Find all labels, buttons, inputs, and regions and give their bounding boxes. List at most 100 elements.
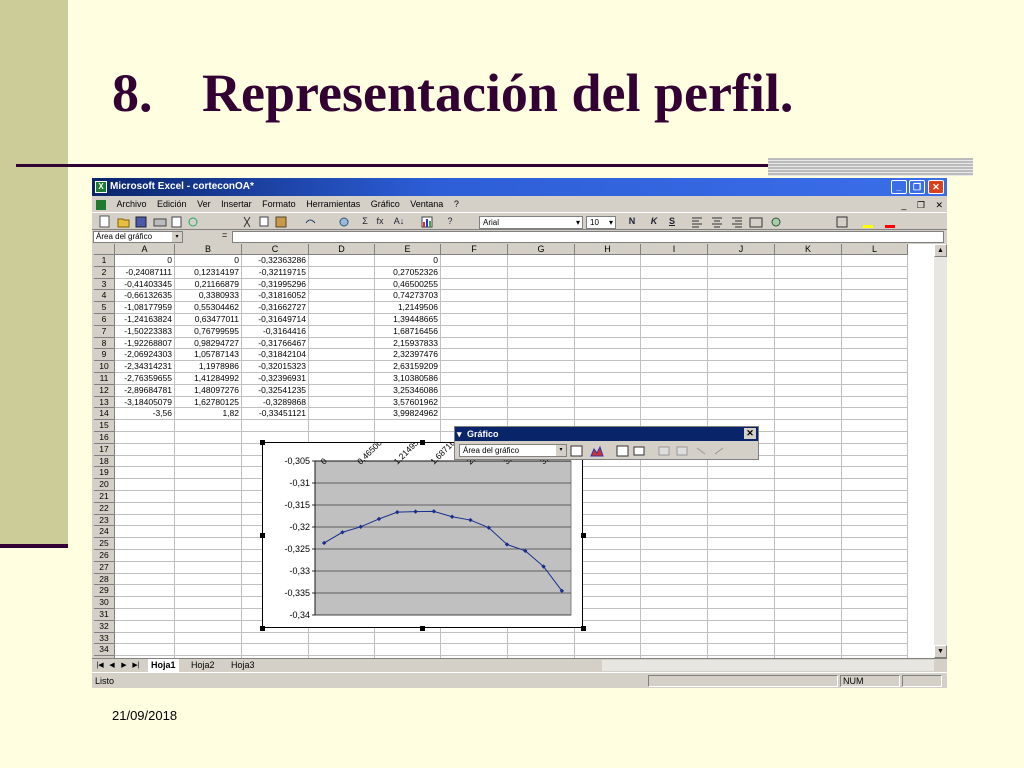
cell-a23[interactable] xyxy=(115,514,175,527)
cell-a26[interactable] xyxy=(115,550,175,562)
cell-k27[interactable] xyxy=(775,561,842,574)
font-size-select[interactable]: 10 ▾ xyxy=(586,216,616,229)
cell-j34[interactable] xyxy=(708,644,775,657)
cell-j32[interactable] xyxy=(708,620,775,633)
cell-b19[interactable] xyxy=(175,467,242,480)
cell-g14[interactable] xyxy=(508,408,575,421)
cell-a4[interactable]: -0,66132635 xyxy=(115,290,175,303)
cell-l33[interactable] xyxy=(842,632,908,645)
chart-toolbar-titlebar[interactable]: ▾ Gráfico ✕ xyxy=(455,427,758,441)
cell-i26[interactable] xyxy=(641,550,708,562)
doc-minimize-button[interactable]: _ xyxy=(901,200,906,210)
cell-j9[interactable] xyxy=(708,349,775,362)
cell-i33[interactable] xyxy=(641,632,708,645)
cell-e15[interactable] xyxy=(375,420,441,432)
cell-l5[interactable] xyxy=(842,302,908,314)
cell-b12[interactable]: 1,48097276 xyxy=(175,384,242,397)
cell-f3[interactable] xyxy=(441,278,508,291)
cell-i6[interactable] xyxy=(641,314,708,326)
cell-l26[interactable] xyxy=(842,550,908,562)
cell-h20[interactable] xyxy=(575,479,641,491)
tab-hoja2[interactable]: Hoja2 xyxy=(188,659,218,672)
cell-h12[interactable] xyxy=(575,384,641,397)
cell-i3[interactable] xyxy=(641,278,708,291)
cell-i9[interactable] xyxy=(641,349,708,362)
cell-k6[interactable] xyxy=(775,314,842,326)
cell-l15[interactable] xyxy=(842,420,908,432)
cell-h5[interactable] xyxy=(575,302,641,314)
cell-h25[interactable] xyxy=(575,538,641,550)
cell-h14[interactable] xyxy=(575,408,641,421)
cell-k19[interactable] xyxy=(775,467,842,480)
cell-h4[interactable] xyxy=(575,290,641,303)
column-header-k[interactable]: K xyxy=(775,244,842,255)
cell-c33[interactable] xyxy=(242,632,309,645)
cell-b31[interactable] xyxy=(175,609,242,621)
cell-e5[interactable]: 1,2149506 xyxy=(375,302,441,314)
chart-toolbar-close-button[interactable]: ✕ xyxy=(744,428,756,439)
cell-d11[interactable] xyxy=(309,373,375,385)
cell-k8[interactable] xyxy=(775,337,842,350)
row-header-12[interactable]: 12 xyxy=(94,384,115,397)
cell-a9[interactable]: -2,06924303 xyxy=(115,349,175,362)
chart-handle-bl[interactable] xyxy=(260,626,265,631)
chart-handle-ml[interactable] xyxy=(260,533,265,538)
chart-handle-bm[interactable] xyxy=(420,626,425,631)
select-all-corner[interactable] xyxy=(94,244,115,255)
cell-d33[interactable] xyxy=(309,632,375,645)
cell-b4[interactable]: 0,3380933 xyxy=(175,290,242,303)
cell-h29[interactable] xyxy=(575,585,641,598)
cell-h34[interactable] xyxy=(575,644,641,657)
cell-i27[interactable] xyxy=(641,561,708,574)
cell-f5[interactable] xyxy=(441,302,508,314)
cell-j4[interactable] xyxy=(708,290,775,303)
cell-l23[interactable] xyxy=(842,514,908,527)
cell-k30[interactable] xyxy=(775,597,842,609)
cell-b21[interactable] xyxy=(175,491,242,503)
cell-d12[interactable] xyxy=(309,384,375,397)
vertical-scrollbar[interactable]: ▲ ▼ xyxy=(934,244,947,658)
cell-a13[interactable]: -3,18405079 xyxy=(115,396,175,409)
cell-i4[interactable] xyxy=(641,290,708,303)
cell-f12[interactable] xyxy=(441,384,508,397)
cell-l7[interactable] xyxy=(842,325,908,338)
cell-i32[interactable] xyxy=(641,620,708,633)
cell-e3[interactable]: 0,46500255 xyxy=(375,278,441,291)
cell-h31[interactable] xyxy=(575,609,641,621)
cell-j20[interactable] xyxy=(708,479,775,491)
menu-insertar[interactable]: Insertar xyxy=(221,199,252,209)
tab-last-icon[interactable]: ▶| xyxy=(131,660,141,671)
cell-i11[interactable] xyxy=(641,373,708,385)
tab-next-icon[interactable]: ▶ xyxy=(119,660,129,671)
row-header-20[interactable]: 20 xyxy=(94,479,115,491)
cell-j24[interactable] xyxy=(708,526,775,539)
menu-help[interactable]: ? xyxy=(454,199,459,209)
cell-b7[interactable]: 0,76799595 xyxy=(175,325,242,338)
cell-l25[interactable] xyxy=(842,538,908,550)
cell-b24[interactable] xyxy=(175,526,242,539)
row-header-3[interactable]: 3 xyxy=(94,278,115,291)
cell-e10[interactable]: 2,63159209 xyxy=(375,361,441,373)
cell-b26[interactable] xyxy=(175,550,242,562)
cell-a8[interactable]: -1,92268807 xyxy=(115,337,175,350)
column-header-b[interactable]: B xyxy=(175,244,242,255)
cell-i20[interactable] xyxy=(641,479,708,491)
cell-a11[interactable]: -2,76359655 xyxy=(115,373,175,385)
scroll-down-icon[interactable]: ▼ xyxy=(934,645,947,658)
cell-a34[interactable] xyxy=(115,644,175,657)
cell-h26[interactable] xyxy=(575,550,641,562)
column-header-g[interactable]: G xyxy=(508,244,575,255)
cell-i21[interactable] xyxy=(641,491,708,503)
cell-k5[interactable] xyxy=(775,302,842,314)
bold-button[interactable]: N xyxy=(626,215,638,228)
cell-a1[interactable]: 0 xyxy=(115,255,175,267)
cell-i5[interactable] xyxy=(641,302,708,314)
cell-f13[interactable] xyxy=(441,396,508,409)
row-header-27[interactable]: 27 xyxy=(94,561,115,574)
column-header-f[interactable]: F xyxy=(441,244,508,255)
cell-l20[interactable] xyxy=(842,479,908,491)
cell-l9[interactable] xyxy=(842,349,908,362)
function-icon[interactable]: fx xyxy=(374,215,386,228)
cell-d5[interactable] xyxy=(309,302,375,314)
row-header-14[interactable]: 14 xyxy=(94,408,115,421)
